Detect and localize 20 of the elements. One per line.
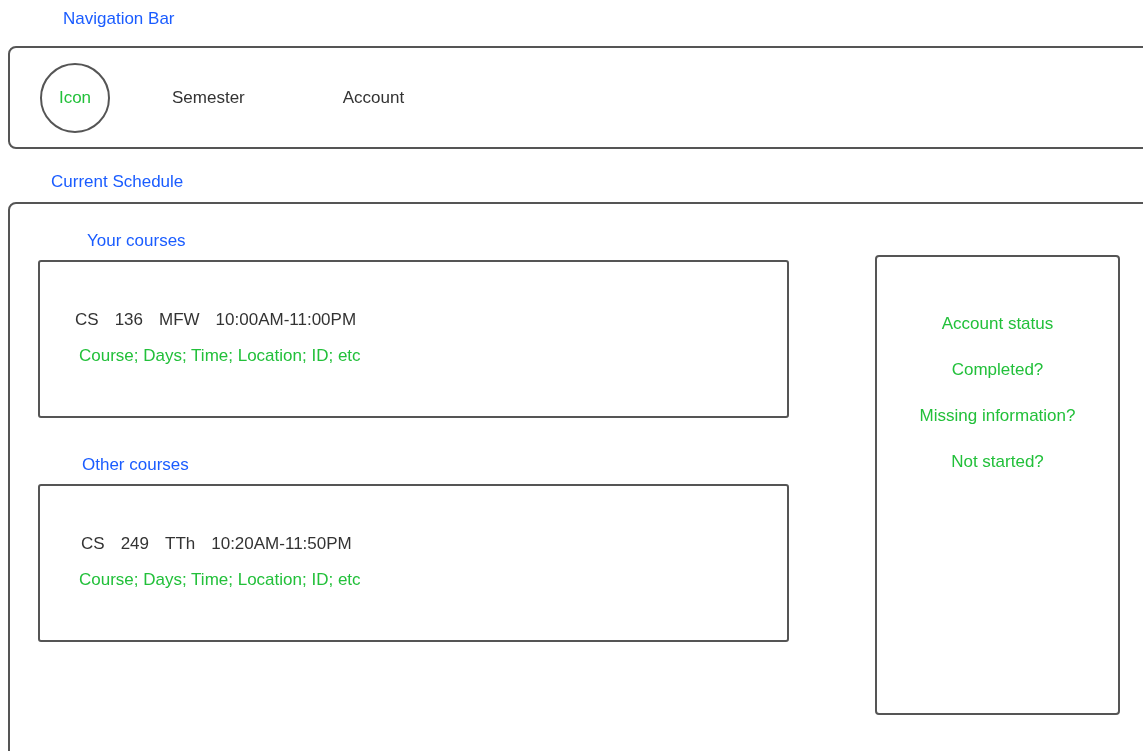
course-hint: Course; Days; Time; Location; ID; etc [79,570,362,590]
section-label: Navigation Bar [63,9,176,29]
status-text: Missing information? [919,406,1076,426]
course-field: CS [75,310,99,330]
course-field: 249 [120,534,149,554]
nav-link[interactable]: Account [342,87,405,108]
course-field: MFW [159,310,200,330]
section-label: Other courses [82,455,190,475]
course-field: TTh [165,534,196,554]
status-text: Account status [941,314,1054,334]
course-field: 10:20AM-11:50PM [211,534,352,554]
course-field: 136 [114,310,143,330]
section-label: Current Schedule [51,172,185,192]
nav-link[interactable]: Semester [172,87,245,108]
status-text: Not started? [951,452,1044,472]
section-label: Your courses [87,231,187,251]
course-hint: Course; Days; Time; Location; ID; etc [79,346,362,366]
status-text: Completed? [951,360,1044,380]
course-field: CS [81,534,105,554]
course-field: 10:00AM-11:00PM [215,310,357,330]
